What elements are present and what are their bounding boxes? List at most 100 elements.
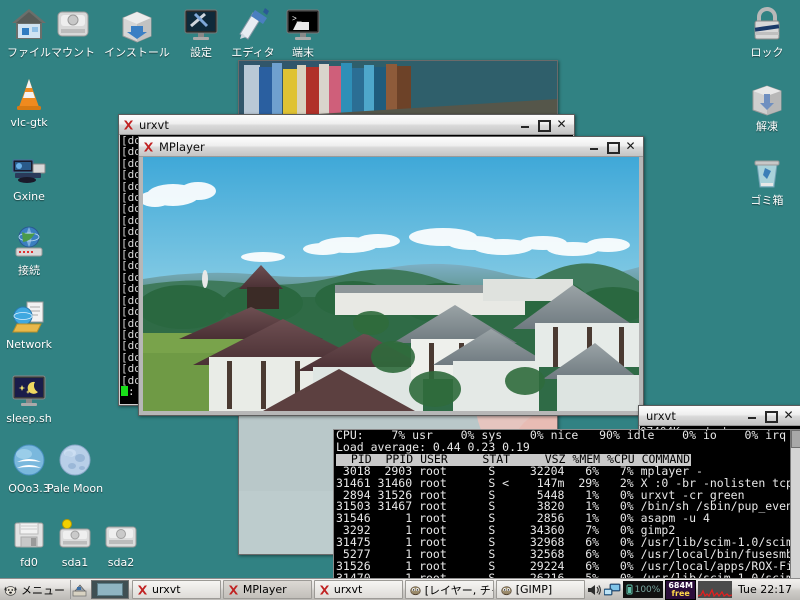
- taskbar-task-button[interactable]: urxvt: [313, 580, 403, 599]
- taskbar-task-label: urxvt: [152, 583, 181, 596]
- desktop-icon-label: 解凍: [756, 120, 778, 133]
- window-controls[interactable]: ✕: [589, 140, 640, 154]
- close-button[interactable]: ✕: [625, 140, 636, 152]
- maximize-button[interactable]: [607, 141, 620, 154]
- desktop-icon-label: ゴミ箱: [750, 194, 784, 207]
- volume-icon[interactable]: [586, 583, 602, 597]
- unpack-box-icon: [730, 78, 800, 120]
- system-tray[interactable]: 100% 684M free Tue 22:17: [586, 579, 800, 600]
- gimp-icon: [501, 585, 512, 595]
- harddisk-sda2-icon: [84, 514, 158, 556]
- taskbar-task-label: [レイヤー, チャン: [424, 583, 493, 597]
- window-controls[interactable]: ✕: [520, 118, 571, 132]
- window-title: urxvt: [139, 117, 169, 132]
- desktop-icon-label: マウント: [51, 46, 95, 59]
- desktop-icon-terminal[interactable]: >_ 端末: [266, 4, 340, 59]
- scrollbar-thumb[interactable]: [791, 430, 800, 448]
- desktop-icon-harddisk-mount[interactable]: マウント: [36, 4, 110, 59]
- install-box-icon: [100, 4, 174, 46]
- taskbar[interactable]: メニュー urxvt MPlayer urxvt [レイヤー, チャン [GIMP]: [0, 578, 800, 600]
- taskbar-task-button[interactable]: urxvt: [132, 580, 221, 599]
- trash-bin-icon: [730, 152, 800, 194]
- desktop-icon-label: Pale Moon: [46, 482, 104, 495]
- desktop-icon-label: 端末: [292, 46, 314, 59]
- puppy-menu-icon: [4, 585, 17, 596]
- window-title: MPlayer: [159, 139, 205, 154]
- desktop-icon-network-share[interactable]: Network: [0, 296, 66, 351]
- titlebar[interactable]: urxvt ✕: [119, 115, 574, 135]
- mplayer-window[interactable]: MPlayer ✕: [138, 136, 644, 416]
- clock[interactable]: Tue 22:17: [734, 583, 797, 596]
- desktop-icon-label: ロック: [750, 46, 784, 59]
- desktop-icon-vlc-cone[interactable]: vlc-gtk: [0, 74, 66, 129]
- show-desktop-icon: [72, 584, 87, 596]
- desktop-icon-label: 接続: [18, 264, 40, 277]
- desktop-icon-unpack-box[interactable]: 解凍: [730, 78, 800, 133]
- desktop-icon-label: vlc-gtk: [10, 116, 48, 129]
- battery-percent: 100%: [634, 584, 661, 595]
- taskbar-task-label: MPlayer: [242, 583, 287, 596]
- desktop-icon-label: Network: [6, 338, 52, 351]
- show-desktop-button[interactable]: [71, 582, 89, 598]
- desktop-icon-label: インストール: [104, 46, 170, 59]
- workspace-1[interactable]: [97, 583, 123, 596]
- x-window-icon: [319, 585, 329, 594]
- gimp-icon: [410, 585, 421, 595]
- window-controls[interactable]: ✕: [747, 409, 798, 423]
- desktop-icon-padlock[interactable]: ロック: [730, 4, 800, 59]
- pale-moon-icon: [38, 440, 112, 482]
- taskbar-task-button[interactable]: MPlayer: [222, 580, 312, 599]
- desktop-icon-pale-moon[interactable]: Pale Moon: [38, 440, 112, 495]
- terminal-icon: >_: [266, 4, 340, 46]
- padlock-icon: [730, 4, 800, 46]
- start-menu-label: メニュー: [21, 583, 65, 597]
- desktop-icon-sleep-moon[interactable]: sleep.sh: [0, 370, 66, 425]
- x-window-icon: [144, 142, 153, 151]
- titlebar[interactable]: MPlayer ✕: [139, 137, 643, 157]
- desktop-icon-label: sda2: [107, 556, 135, 569]
- minimize-button[interactable]: [747, 410, 758, 421]
- sleep-moon-icon: [0, 370, 66, 412]
- desktop-icon-trash-bin[interactable]: ゴミ箱: [730, 152, 800, 207]
- titlebar[interactable]: urxvt ✕: [639, 406, 800, 426]
- network-share-icon: [0, 296, 66, 338]
- minimize-button[interactable]: [520, 119, 531, 130]
- cpu-graph-icon[interactable]: [698, 581, 732, 598]
- cursor: [121, 385, 128, 396]
- taskbar-task-button[interactable]: [レイヤー, チャン: [404, 580, 494, 599]
- desktop-icon-label: Gxine: [13, 190, 45, 203]
- workspace-pager[interactable]: [91, 580, 129, 599]
- scrollbar[interactable]: [790, 430, 800, 581]
- desktop-icon-gxine-media[interactable]: Gxine: [0, 148, 66, 203]
- memory-free-indicator[interactable]: 684M free: [665, 579, 696, 600]
- memory-label: free: [671, 588, 690, 598]
- x-window-icon: [228, 585, 238, 594]
- battery-status[interactable]: 100%: [622, 581, 664, 598]
- taskbar-task-label: urxvt: [333, 583, 363, 596]
- network-monitor-icon[interactable]: [603, 583, 621, 597]
- window-title: urxvt: [646, 408, 676, 423]
- gxine-media-icon: [0, 148, 66, 190]
- desktop-icon-network-connect[interactable]: 接続: [0, 222, 66, 277]
- close-button[interactable]: ✕: [556, 118, 567, 130]
- battery-icon: [626, 584, 633, 595]
- desktop-icon-harddisk-sda2[interactable]: sda2: [84, 514, 158, 569]
- maximize-button[interactable]: [765, 410, 778, 423]
- minimize-button[interactable]: [589, 141, 600, 152]
- desktop-icon-label: sleep.sh: [6, 412, 52, 425]
- process-table-rows: 3018 2903 root S 32204 6% 7% mplayer -31…: [334, 465, 800, 581]
- task-buttons: urxvt MPlayer urxvt [レイヤー, チャン [GIMP]: [131, 580, 586, 599]
- desktop-icon-install-box[interactable]: インストール: [100, 4, 174, 59]
- harddisk-mount-icon: [36, 4, 110, 46]
- video-surface[interactable]: [143, 157, 639, 411]
- start-menu-button[interactable]: メニュー: [0, 580, 71, 599]
- taskbar-task-label: [GIMP]: [515, 583, 553, 596]
- x-window-icon: [124, 120, 133, 129]
- x-window-icon: [138, 585, 147, 594]
- network-connect-icon: [0, 222, 66, 264]
- vlc-cone-icon: [0, 74, 66, 116]
- top-process-console[interactable]: CPU: 7% usr 0% sys 0% nice 90% idle 0% i…: [333, 429, 800, 582]
- taskbar-task-button[interactable]: [GIMP]: [495, 580, 585, 599]
- close-button[interactable]: ✕: [783, 409, 794, 421]
- maximize-button[interactable]: [538, 119, 551, 132]
